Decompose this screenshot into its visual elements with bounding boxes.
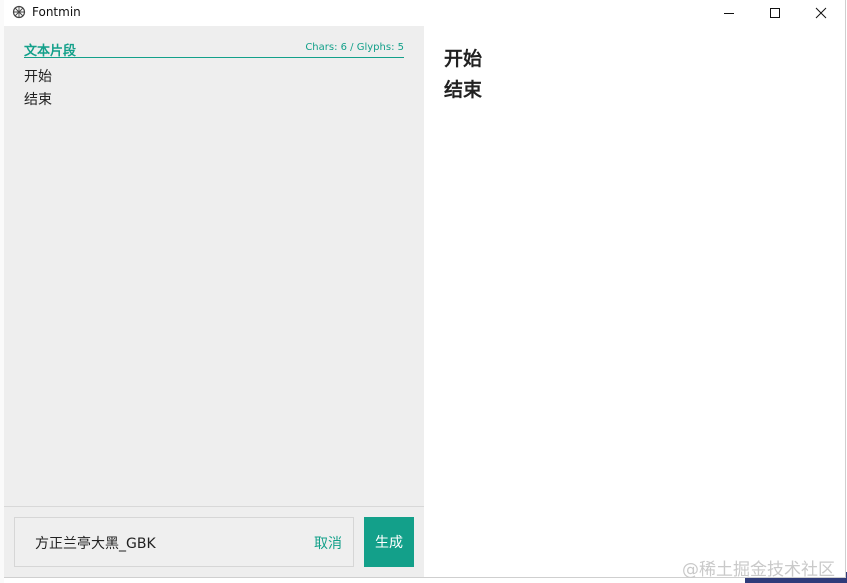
- divider: [4, 506, 424, 507]
- fontmin-logo-icon: [12, 5, 26, 19]
- close-icon: [815, 7, 827, 19]
- font-preview: 开始 结束: [444, 44, 824, 106]
- generate-button[interactable]: 生成: [364, 517, 414, 567]
- snippet-header: 文本片段 Chars: 6 / Glyphs: 5: [24, 40, 404, 59]
- watermark: @稀土掘金技术社区: [682, 560, 835, 580]
- glyph-stats: Chars: 6 / Glyphs: 5: [305, 42, 404, 53]
- minimize-button[interactable]: [706, 0, 752, 26]
- font-name: 方正兰亭大黑_GBK: [35, 536, 156, 552]
- app-window: Fontmin 文本片段 Chars: 6 / Glyphs: 5 开始 结束 …: [4, 0, 846, 578]
- snippet-text-input[interactable]: 开始 结束: [24, 66, 404, 486]
- preview-line: 结束: [444, 79, 483, 101]
- maximize-icon: [770, 8, 780, 18]
- snippet-title: 文本片段: [24, 44, 77, 59]
- cancel-button[interactable]: 取消: [314, 533, 342, 553]
- maximize-button[interactable]: [752, 0, 798, 26]
- close-button[interactable]: [798, 0, 844, 26]
- minimize-icon: [724, 13, 734, 14]
- window-title: Fontmin: [32, 5, 81, 19]
- title-bar[interactable]: Fontmin: [4, 0, 845, 26]
- text-snippet-panel: 文本片段 Chars: 6 / Glyphs: 5 开始 结束 方正兰亭大黑_G…: [4, 26, 424, 577]
- font-selector[interactable]: 方正兰亭大黑_GBK 取消: [14, 517, 354, 567]
- preview-line: 开始: [444, 48, 483, 70]
